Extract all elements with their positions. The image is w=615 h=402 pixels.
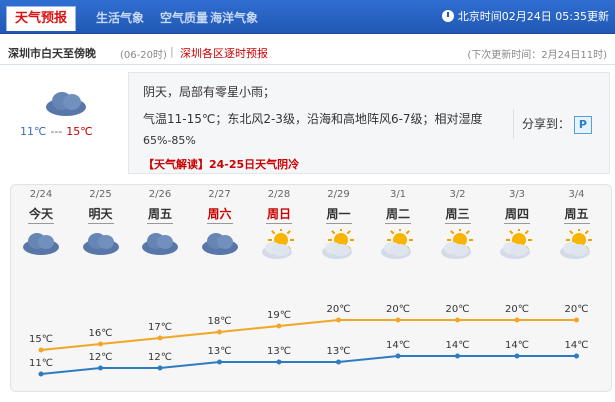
low-temp-point [98, 365, 103, 371]
low-temp-label: 13℃ [326, 346, 351, 357]
high-temp-point [336, 317, 341, 323]
interp-tag: 【天气解读】 [143, 158, 209, 171]
low-temp-point [336, 359, 341, 365]
low-temp-label: 14℃ [564, 340, 589, 351]
tab-air-quality[interactable]: 空气质量 [160, 9, 208, 26]
next-update-time: (下次更新时间：2月24日11时) [467, 50, 607, 61]
low-temp-label: 12℃ [148, 352, 172, 363]
location-bar: 深圳市白天至傍晚 (06-20时) | 深圳各区逐时预报 (下次更新时间：2月2… [0, 40, 615, 65]
low-temp-point [157, 365, 163, 371]
low-temp-label: 13℃ [267, 346, 291, 357]
interp-text[interactable]: 24-25日天气阴冷 [209, 158, 299, 171]
update-time: 北京时间02月24日 05:35更新 [441, 8, 609, 24]
top-navigation: 天气预报 生活气象 空气质量 海洋气象 北京时间02月24日 05:35更新 [0, 0, 615, 34]
low-temp-label: 12℃ [88, 352, 113, 363]
today-summary: 11℃ --- 15℃ [8, 72, 126, 172]
low-temp-label: 14℃ [505, 340, 529, 351]
low-temp-point [455, 353, 460, 359]
separator: | [170, 45, 174, 58]
high-temp-label: 20℃ [326, 304, 351, 315]
time-range: (06-20时) [120, 50, 167, 61]
low-temp-point [217, 359, 222, 365]
low-temp-label: 13℃ [207, 346, 232, 357]
high-temp-label: 16℃ [88, 328, 113, 339]
high-temp-point [38, 347, 44, 353]
today-high-temp: 15℃ [66, 125, 93, 138]
high-temp-point [455, 317, 460, 323]
high-temp-label: 20℃ [445, 304, 470, 315]
high-temp-point [157, 335, 163, 341]
humidity-range: 65%-85% [143, 134, 196, 147]
high-temp-point [217, 329, 222, 335]
low-temp-line [40, 355, 577, 375]
high-temp-line [40, 319, 577, 351]
cloud-icon [46, 92, 86, 116]
low-temp-point [514, 353, 520, 359]
weather-interpretation[interactable]: 【天气解读】24-25日天气阴冷 [143, 156, 299, 172]
location-title: 深圳市白天至傍晚 [8, 47, 96, 60]
high-temp-label: 18℃ [207, 316, 232, 327]
low-temp-point [395, 353, 401, 359]
tab-marine-weather[interactable]: 海洋气象 [210, 9, 258, 26]
low-temp-label: 14℃ [386, 340, 410, 351]
share-label: 分享到： [522, 117, 571, 131]
weather-detail: 气温11-15℃；东北风2-3级，沿海和高地阵风6-7级；相对湿度 [143, 112, 483, 126]
high-temp-point [395, 317, 401, 323]
high-temp-point [98, 341, 103, 347]
today-low-temp: 11℃ [20, 125, 47, 138]
high-temp-point [514, 317, 520, 323]
temp-dash: --- [50, 125, 63, 138]
share-box: 分享到： P [513, 109, 614, 139]
high-temp-label: 20℃ [386, 304, 410, 315]
high-temp-point [276, 323, 282, 329]
today-description: 阴天，局部有零星小雨； 气温11-15℃；东北风2-3级，沿海和高地阵风6-7级… [128, 72, 610, 174]
today-temp-range: 11℃ --- 15℃ [20, 125, 93, 138]
high-temp-label: 20℃ [564, 304, 589, 315]
high-temp-point [574, 317, 579, 323]
low-temp-label: 14℃ [445, 340, 470, 351]
high-temp-label: 20℃ [505, 304, 529, 315]
high-temp-label: 19℃ [267, 310, 291, 321]
share-icon[interactable]: P [573, 115, 592, 134]
tab-weather-forecast[interactable]: 天气预报 [6, 6, 76, 31]
low-temp-point [574, 353, 579, 359]
high-temp-label: 17℃ [148, 322, 172, 333]
ten-day-forecast: 2/24 今天 2/25 明天 2/26 周五 2/27 周六 2/28 周日 2/29 周一 3/1 周… [10, 184, 612, 392]
tab-life-weather[interactable]: 生活气象 [96, 9, 144, 26]
update-time-label: 北京时间02月24日 05:35更新 [457, 10, 609, 23]
weather-summary: 阴天，局部有零星小雨； [143, 85, 276, 99]
low-temp-point [276, 359, 282, 365]
high-temp-label: 15℃ [29, 334, 53, 345]
clock-icon [441, 10, 454, 22]
low-temp-point [38, 371, 44, 377]
low-temp-label: 11℃ [29, 358, 53, 369]
district-hourly-link[interactable]: 深圳各区逐时预报 [180, 45, 268, 61]
